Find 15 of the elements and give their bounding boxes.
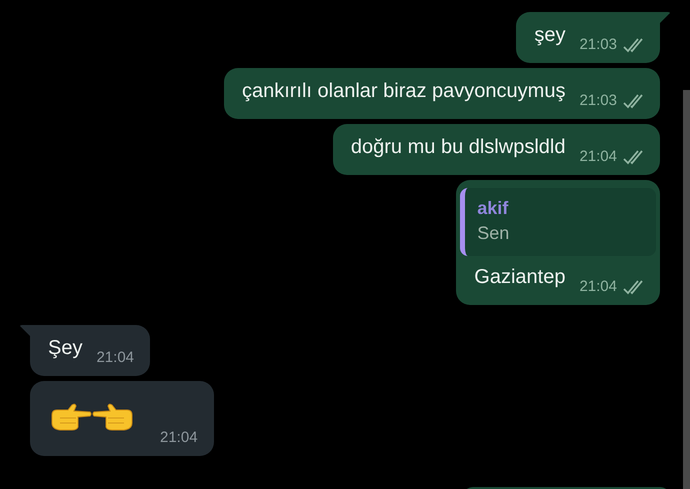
message-time: 21:04 <box>579 148 617 166</box>
message-time: 21:04 <box>96 349 134 367</box>
scrollbar[interactable] <box>683 90 690 489</box>
quoted-message[interactable]: akif Sen <box>460 188 656 256</box>
message-text: Gaziantep <box>474 265 566 290</box>
message-time: 21:03 <box>579 92 617 110</box>
message-time: 21:04 <box>579 278 617 296</box>
message-text: çankırılı olanlar biraz pavyoncuymuş <box>242 79 566 104</box>
message-text: şey <box>534 23 566 48</box>
message-time: 21:03 <box>579 36 617 54</box>
quote-text: Sen <box>477 222 510 245</box>
quote-author: akif <box>477 197 510 220</box>
message-text: doğru mu bu dlslwpsldld <box>350 135 566 160</box>
message-text: Şey <box>48 336 82 361</box>
message-time: 21:04 <box>160 429 198 447</box>
